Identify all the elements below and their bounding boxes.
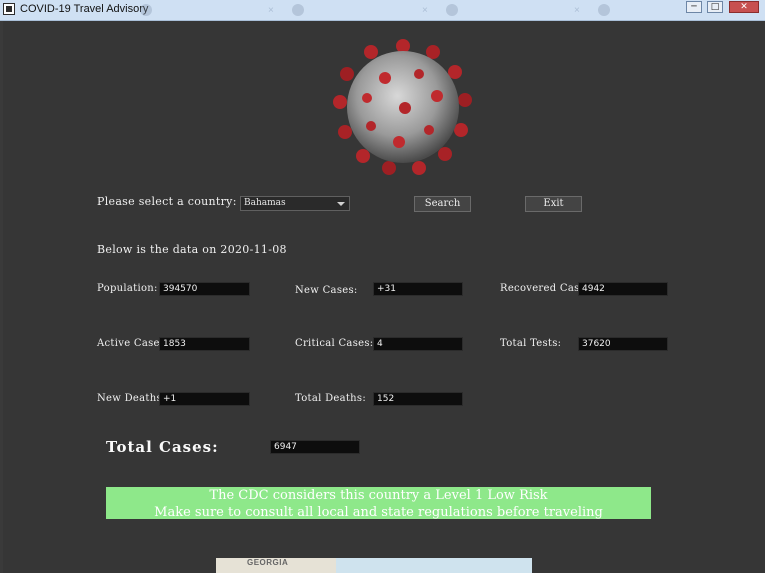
- tab-close-icon: ×: [268, 4, 274, 16]
- background-tab: ×: [140, 2, 274, 18]
- data-date-label: Below is the data on 2020-11-08: [97, 243, 287, 256]
- chevron-down-icon: [337, 202, 345, 206]
- new-cases-label: New Cases:: [295, 285, 358, 296]
- critical-cases-label: Critical Cases:: [295, 338, 374, 349]
- regulations-note-text: Make sure to consult all local and state…: [154, 505, 603, 519]
- population-field[interactable]: 394570: [159, 282, 250, 296]
- map-image: GEORGIA: [216, 558, 532, 573]
- title-bar: COVID-19 Travel Advisory × × × ─ □ ✕: [0, 0, 765, 21]
- total-deaths-label: Total Deaths:: [295, 393, 367, 404]
- window-title: COVID-19 Travel Advisory: [20, 3, 149, 15]
- population-label: Population:: [97, 283, 158, 294]
- total-tests-label: Total Tests:: [500, 338, 562, 349]
- risk-level-text: The CDC considers this country a Level 1…: [209, 488, 548, 503]
- new-deaths-label: New Deaths:: [97, 393, 166, 404]
- exit-button[interactable]: Exit: [525, 196, 582, 212]
- map-place-label: GEORGIA: [247, 558, 289, 567]
- recovered-cases-field[interactable]: 4942: [578, 282, 668, 296]
- total-cases-label: Total Cases:: [106, 438, 219, 456]
- coronavirus-image: [333, 39, 472, 175]
- country-prompt-label: Please select a country:: [97, 195, 237, 208]
- active-cases-field[interactable]: 1853: [159, 337, 250, 351]
- tab-close-icon: ×: [422, 4, 428, 16]
- new-deaths-field[interactable]: +1: [159, 392, 250, 406]
- total-deaths-field[interactable]: 152: [373, 392, 463, 406]
- risk-advisory-banner: The CDC considers this country a Level 1…: [106, 487, 651, 519]
- close-button[interactable]: ✕: [729, 1, 759, 13]
- tab-favicon-icon: [598, 4, 610, 16]
- total-cases-field[interactable]: 6947: [270, 440, 360, 454]
- tab-favicon-icon: [292, 4, 304, 16]
- tab-close-icon: ×: [574, 4, 580, 16]
- background-tab: ×: [292, 2, 428, 18]
- tab-favicon-icon: [140, 4, 152, 16]
- search-button[interactable]: Search: [414, 196, 471, 212]
- minimize-button[interactable]: ─: [686, 1, 702, 13]
- maximize-button[interactable]: □: [707, 1, 723, 13]
- country-select[interactable]: Bahamas: [240, 196, 350, 211]
- tab-favicon-icon: [446, 4, 458, 16]
- total-tests-field[interactable]: 37620: [578, 337, 668, 351]
- background-tab: ×: [446, 2, 580, 18]
- new-cases-field[interactable]: +31: [373, 282, 463, 296]
- country-select-value: Bahamas: [244, 198, 286, 208]
- critical-cases-field[interactable]: 4: [373, 337, 463, 351]
- app-icon: [3, 3, 15, 15]
- background-tab: [598, 2, 610, 18]
